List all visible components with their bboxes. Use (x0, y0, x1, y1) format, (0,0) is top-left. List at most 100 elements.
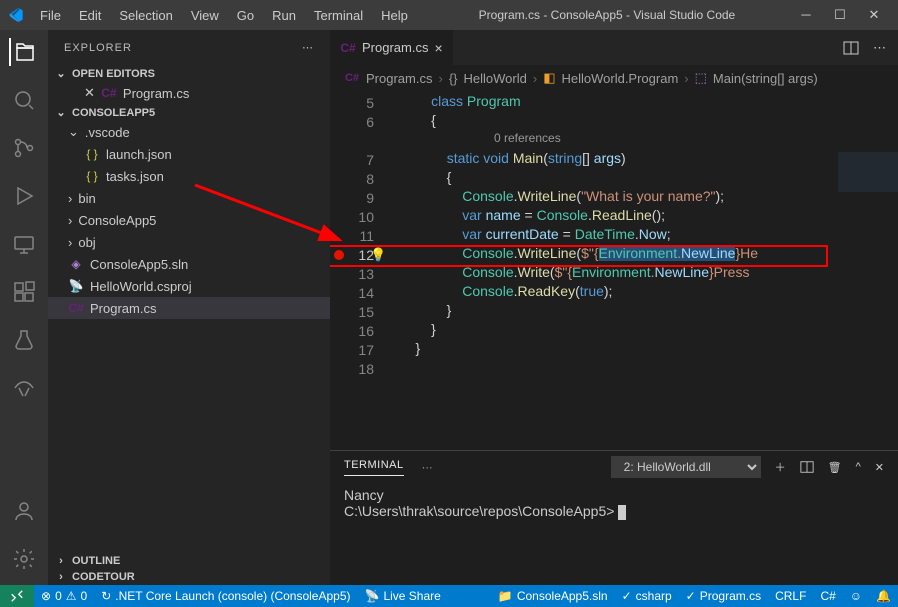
status-active-file[interactable]: ✓ Program.cs (679, 589, 768, 603)
kill-terminal-icon[interactable]: 🗑 (828, 461, 842, 474)
new-terminal-icon[interactable]: ＋ (775, 459, 786, 475)
csharp-icon: C# (101, 85, 117, 101)
file-item[interactable]: { } tasks.json (48, 165, 330, 187)
tree-item-label: launch.json (106, 147, 172, 162)
vscode-icon (8, 7, 24, 23)
file-item[interactable]: { }launch.json (48, 143, 330, 165)
sln-icon: ◈ (68, 256, 84, 272)
titlebar: File Edit Selection View Go Run Terminal… (0, 0, 898, 30)
sidebar: EXPLORER ⋯ ⌄OPEN EDITORS ✕ C# Program.cs… (48, 30, 330, 585)
file-item[interactable]: 📡HelloWorld.csproj (48, 275, 330, 297)
menu-run[interactable]: Run (264, 4, 304, 27)
source-control-icon[interactable] (10, 134, 38, 162)
outline-header[interactable]: ›OUTLINE (48, 553, 330, 569)
search-icon[interactable] (10, 86, 38, 114)
tree-item-label: .vscode (85, 125, 130, 140)
tree-item-label: Program.cs (90, 301, 156, 316)
status-liveshare[interactable]: 📡 Live Share (358, 585, 448, 607)
menu-go[interactable]: Go (229, 4, 262, 27)
maximize-panel-icon[interactable]: ^ (856, 461, 861, 473)
account-icon[interactable] (10, 497, 38, 525)
file-item[interactable]: C# Program.cs (48, 297, 330, 319)
csharp-icon: C# (344, 70, 360, 86)
maximize-button[interactable]: ☐ (832, 7, 848, 23)
explorer-icon[interactable] (9, 38, 37, 66)
breadcrumb-class[interactable]: HelloWorld.Program (561, 71, 678, 86)
tree-item-label: tasks.json (106, 169, 164, 184)
menu-view[interactable]: View (183, 4, 227, 27)
json-icon: { } (84, 168, 100, 184)
status-encoding[interactable]: CRLF (768, 589, 813, 603)
remote-explorer-icon[interactable] (10, 230, 38, 258)
status-solution[interactable]: 📁 ConsoleApp5.sln (491, 589, 615, 603)
open-editors-header[interactable]: ⌄OPEN EDITORS (48, 65, 330, 82)
menu-terminal[interactable]: Terminal (306, 4, 371, 27)
class-icon: ◧ (543, 70, 555, 86)
csharp-icon: C# (340, 40, 356, 56)
open-editor-label: Program.cs (123, 86, 189, 101)
sidebar-title: EXPLORER ⋯ (48, 30, 330, 65)
breakpoint-icon[interactable] (334, 250, 344, 260)
close-button[interactable]: ✕ (866, 7, 882, 23)
split-editor-icon[interactable] (843, 40, 859, 56)
status-errors[interactable]: ⊗ 0 ⚠ 0 (34, 585, 94, 607)
window-title: Program.cs - ConsoleApp5 - Visual Studio… (416, 8, 798, 22)
breadcrumb-namespace[interactable]: HelloWorld (464, 71, 527, 86)
gutter[interactable]: 56 789101112💡131415161718 (330, 91, 400, 450)
close-icon[interactable]: × (434, 40, 442, 56)
codelens[interactable]: 0 references (400, 131, 898, 150)
live-share-icon[interactable] (10, 374, 38, 402)
close-panel-icon[interactable]: ✕ (875, 461, 884, 474)
method-icon: ⬚ (695, 70, 707, 86)
status-lang-server[interactable]: ✓ csharp (615, 589, 679, 603)
terminal-line: Nancy (344, 487, 884, 503)
terminal-tab[interactable]: TERMINAL (344, 459, 404, 476)
folder-item[interactable]: ›ConsoleApp5 (48, 209, 330, 231)
lightbulb-icon[interactable]: 💡 (370, 247, 386, 263)
tabs: C# Program.cs × ⋯ (330, 30, 898, 65)
test-icon[interactable] (10, 326, 38, 354)
split-terminal-icon[interactable] (800, 460, 814, 474)
namespace-icon: {} (449, 71, 458, 86)
close-icon[interactable]: ✕ (84, 85, 95, 101)
breadcrumbs[interactable]: C# Program.cs › {} HelloWorld › ◧ HelloW… (330, 65, 898, 91)
minimize-button[interactable]: ─ (798, 7, 814, 23)
menu-edit[interactable]: Edit (71, 4, 109, 27)
workspace-header[interactable]: ⌄CONSOLEAPP5 (48, 104, 330, 121)
status-launch[interactable]: ↻ .NET Core Launch (console) (ConsoleApp… (94, 585, 357, 607)
code-editor[interactable]: 56 789101112💡131415161718 class Program … (330, 91, 898, 450)
code-lines[interactable]: class Program {0 references static void … (400, 91, 898, 450)
extensions-icon[interactable] (10, 278, 38, 306)
menubar: File Edit Selection View Go Run Terminal… (32, 4, 416, 27)
open-editor-item[interactable]: ✕ C# Program.cs (48, 82, 330, 104)
run-debug-icon[interactable] (10, 182, 38, 210)
panel-more-icon[interactable]: ⋯ (422, 461, 434, 474)
codetour-header[interactable]: ›CODETOUR (48, 569, 330, 585)
menu-file[interactable]: File (32, 4, 69, 27)
terminal-body[interactable]: Nancy C:\Users\thrak\source\repos\Consol… (330, 483, 898, 585)
folder-item[interactable]: ›bin (48, 187, 330, 209)
folder-item[interactable]: ›obj (48, 231, 330, 253)
tab-program-cs[interactable]: C# Program.cs × (330, 30, 454, 65)
tab-label: Program.cs (362, 40, 428, 55)
menu-selection[interactable]: Selection (111, 4, 180, 27)
settings-icon[interactable] (10, 545, 38, 573)
csharp-icon: C# (68, 300, 84, 316)
terminal-select[interactable]: 2: HelloWorld.dll (611, 456, 761, 478)
tree-item-label: ConsoleApp5.sln (90, 257, 188, 272)
breadcrumb-file[interactable]: Program.cs (366, 71, 432, 86)
remote-icon[interactable] (0, 585, 34, 607)
breadcrumb-method[interactable]: Main(string[] args) (713, 71, 818, 86)
tree-item-label: HelloWorld.csproj (90, 279, 192, 294)
minimap[interactable] (838, 152, 898, 232)
menu-help[interactable]: Help (373, 4, 416, 27)
tree-item-label: obj (78, 235, 95, 250)
file-item[interactable]: ◈ ConsoleApp5.sln (48, 253, 330, 275)
activity-bar (0, 30, 48, 585)
more-actions-icon[interactable]: ⋯ (873, 40, 886, 56)
sidebar-more-icon[interactable]: ⋯ (302, 41, 314, 54)
status-feedback-icon[interactable]: ☺ (843, 589, 869, 603)
status-bell-icon[interactable]: 🔔 (869, 589, 898, 603)
status-lang[interactable]: C# (813, 589, 842, 603)
folder-item[interactable]: ⌄.vscode (48, 121, 330, 143)
